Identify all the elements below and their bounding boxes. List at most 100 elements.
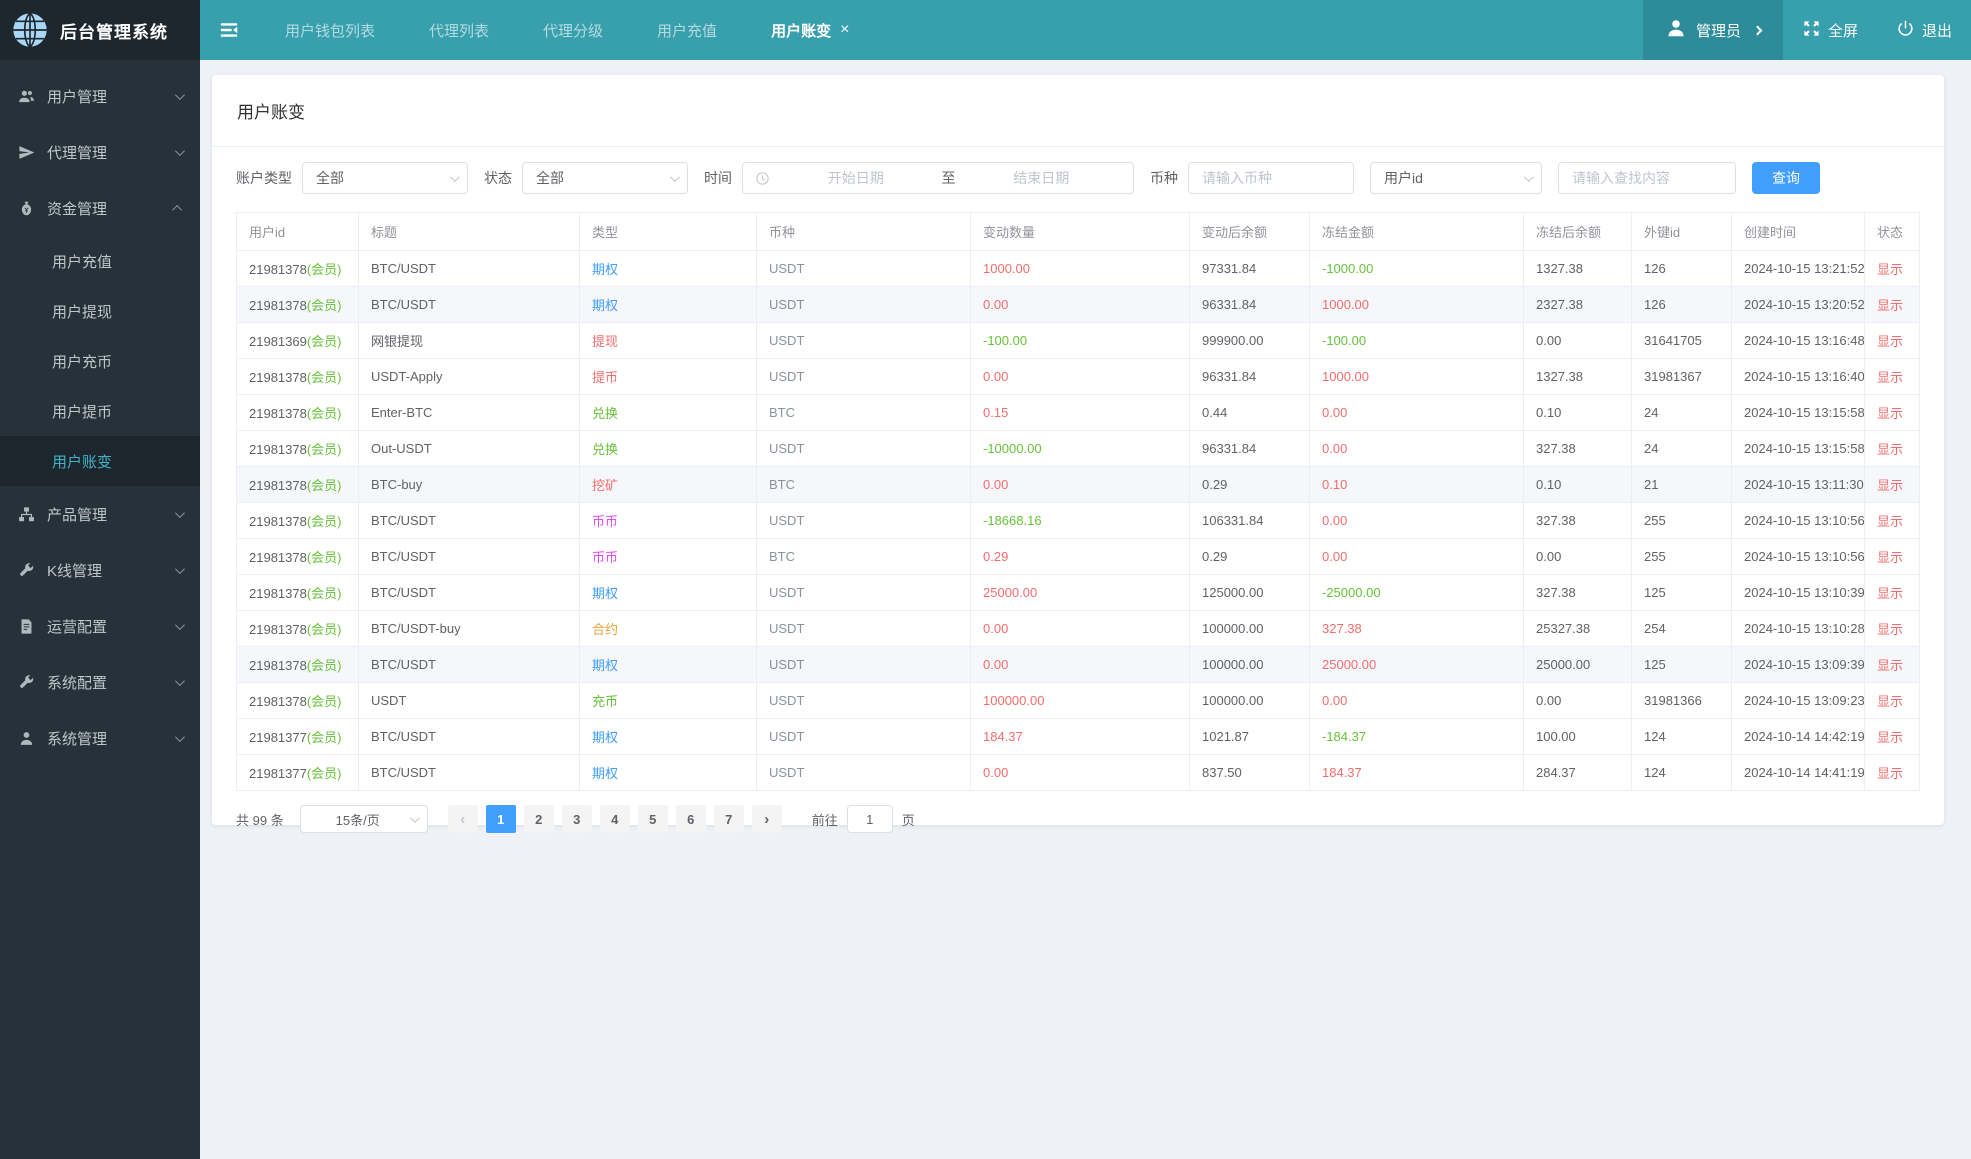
sidebar-item[interactable]: 系统配置 <box>0 654 200 710</box>
tab-close-icon[interactable]: × <box>840 22 849 38</box>
show-link[interactable]: 显示 <box>1877 658 1903 673</box>
sidebar-item[interactable]: K线管理 <box>0 542 200 598</box>
search-field-value: 用户id <box>1384 170 1423 186</box>
show-link[interactable]: 显示 <box>1877 442 1903 457</box>
show-link[interactable]: 显示 <box>1877 298 1903 313</box>
cell-frozen: -100.00 <box>1309 322 1524 359</box>
header-tab[interactable]: 代理列表 <box>402 0 516 60</box>
sidebar-item[interactable]: 系统管理 <box>0 710 200 766</box>
header-tab[interactable]: 用户充值 <box>630 0 744 60</box>
page-button[interactable]: 7 <box>713 805 744 833</box>
operation-icon <box>18 618 35 635</box>
row-change: 0.00 <box>983 297 1009 312</box>
show-link[interactable]: 显示 <box>1877 766 1903 781</box>
cell-after-balance: 100000.00 <box>1189 610 1310 647</box>
show-link[interactable]: 显示 <box>1877 586 1903 601</box>
row-foreign-id: 255 <box>1644 549 1666 564</box>
show-link[interactable]: 显示 <box>1877 730 1903 745</box>
row-frozen-after: 100.00 <box>1536 729 1576 744</box>
page-button[interactable]: 4 <box>599 805 630 833</box>
prev-page-button[interactable]: ‹ <box>447 805 478 833</box>
table-wrap: 用户id 标题 类型 币种 变动数量 变动后余额 冻结金额 冻结后余额 外键id 创建时间 状态 2… <box>212 199 1944 791</box>
cell-foreign-id: 126 <box>1631 250 1732 287</box>
sidebar-item[interactable]: 资金管理 <box>0 180 200 236</box>
cell-created-time: 2024-10-15 13:10:56 <box>1731 538 1865 575</box>
end-date-placeholder[interactable]: 结束日期 <box>962 168 1122 188</box>
show-link[interactable]: 显示 <box>1877 370 1903 385</box>
cell-change: -18668.16 <box>970 502 1190 539</box>
search-field-select[interactable]: 用户id <box>1370 162 1542 194</box>
row-title: 网银提现 <box>371 334 424 349</box>
show-link[interactable]: 显示 <box>1877 550 1903 565</box>
cell-after-balance: 837.50 <box>1189 754 1310 791</box>
sidebar-sub-item[interactable]: 用户充值 <box>0 236 200 286</box>
show-link[interactable]: 显示 <box>1877 334 1903 349</box>
show-link[interactable]: 显示 <box>1877 694 1903 709</box>
cell-after-balance: 100000.00 <box>1189 682 1310 719</box>
sidebar-item[interactable]: 运营配置 <box>0 598 200 654</box>
sidebar-sub-item[interactable]: 用户账变 <box>0 436 200 486</box>
start-date-placeholder[interactable]: 开始日期 <box>776 168 936 188</box>
next-page-button[interactable]: › <box>751 805 782 833</box>
hamburger-icon[interactable] <box>200 0 258 60</box>
cell-frozen: 1000.00 <box>1309 358 1524 395</box>
user-id: 21981378 <box>249 478 307 493</box>
cell-created-time: 2024-10-15 13:11:30 <box>1731 466 1865 503</box>
show-link[interactable]: 显示 <box>1877 478 1903 493</box>
topbar: 用户钱包列表 代理列表 代理分级 用户充值 用户账变 × 管理员 全屏 退出 <box>200 0 1971 60</box>
submenu-label: 用户账变 <box>52 453 113 471</box>
row-title: BTC/USDT <box>371 549 436 564</box>
sidebar-sub-item[interactable]: 用户提现 <box>0 286 200 336</box>
cell-type: 期权 <box>579 718 757 755</box>
row-coin: USDT <box>769 765 805 780</box>
member-tag: (会员) <box>306 586 342 601</box>
show-link[interactable]: 显示 <box>1877 514 1903 529</box>
row-created-time: 2024-10-15 13:15:58 <box>1744 405 1865 420</box>
cell-created-time: 2024-10-15 13:09:39 <box>1731 646 1865 683</box>
show-link[interactable]: 显示 <box>1877 262 1903 277</box>
account-type-value: 全部 <box>316 170 344 186</box>
header-tab[interactable]: 代理分级 <box>516 0 630 60</box>
cell-coin: USDT <box>756 754 971 791</box>
search-button[interactable]: 查询 <box>1752 162 1820 194</box>
search-input[interactable] <box>1558 162 1736 194</box>
sidebar-item[interactable]: 代理管理 <box>0 124 200 180</box>
cell-change: 25000.00 <box>970 574 1190 611</box>
page-size-select[interactable]: 15条/页 <box>299 805 428 833</box>
column-header: 冻结后余额 <box>1523 212 1632 251</box>
cell-user-id: 21981378(会员) <box>236 502 359 539</box>
cell-coin: USDT <box>756 574 971 611</box>
chevron-down-icon <box>174 145 185 156</box>
sidebar-sub-item[interactable]: 用户充币 <box>0 336 200 386</box>
cell-created-time: 2024-10-14 14:41:19 <box>1731 754 1865 791</box>
page-button[interactable]: 1 <box>485 805 516 833</box>
show-link[interactable]: 显示 <box>1877 622 1903 637</box>
admin-menu[interactable]: 管理员 <box>1642 0 1783 60</box>
row-foreign-id: 126 <box>1644 297 1666 312</box>
fullscreen-button[interactable]: 全屏 <box>1783 0 1877 60</box>
total-count: 共 99 条 <box>236 812 284 828</box>
status-select[interactable]: 全部 <box>522 162 688 194</box>
sidebar-item[interactable]: 产品管理 <box>0 486 200 542</box>
sidebar-sub-item[interactable]: 用户提币 <box>0 386 200 436</box>
page-button[interactable]: 6 <box>675 805 706 833</box>
chevron-down-icon <box>174 89 185 100</box>
cell-coin: USDT <box>756 358 971 395</box>
cell-change: 0.00 <box>970 466 1190 503</box>
logout-button[interactable]: 退出 <box>1877 0 1971 60</box>
date-range-input[interactable]: 开始日期 至 结束日期 <box>742 162 1134 194</box>
cell-frozen: 0.10 <box>1309 466 1524 503</box>
account-type-select[interactable]: 全部 <box>302 162 468 194</box>
coin-input[interactable] <box>1188 162 1354 194</box>
header-tab[interactable]: 用户账变 × <box>744 0 876 60</box>
sidebar-item[interactable]: 用户管理 <box>0 68 200 124</box>
header-tab[interactable]: 用户钱包列表 <box>258 0 402 60</box>
cell-user-id: 21981378(会员) <box>236 358 359 395</box>
page-button[interactable]: 2 <box>523 805 554 833</box>
page-button[interactable]: 5 <box>637 805 668 833</box>
page-button[interactable]: 3 <box>561 805 592 833</box>
goto-page-input[interactable] <box>846 805 893 833</box>
chevron-up-icon <box>172 204 183 215</box>
table-body: 21981378(会员) BTC/USDT 期权 USDT 1000.00 97… <box>236 250 1920 791</box>
show-link[interactable]: 显示 <box>1877 406 1903 421</box>
